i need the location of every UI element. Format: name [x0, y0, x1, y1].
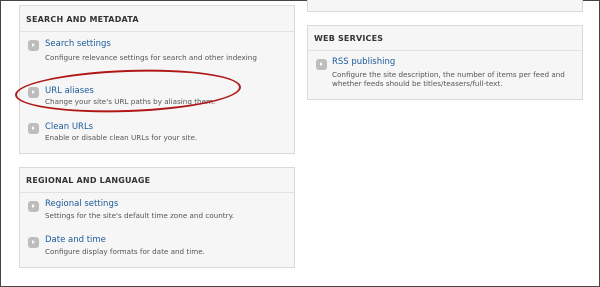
item-description: Enable or disable clean URLs for your si…: [45, 133, 198, 142]
top-right-panel-partial: [307, 0, 583, 12]
item-description: Configure the site description, the numb…: [332, 70, 565, 88]
panel-title: WEB SERVICES: [314, 34, 384, 43]
clean-urls-link[interactable]: Clean URLs: [45, 122, 93, 132]
list-item-rss-publishing: RSS publishing Configure the site descri…: [308, 56, 584, 96]
web-services-panel: WEB SERVICES RSS publishing Configure th…: [307, 25, 583, 100]
list-item-regional-settings: Regional settings Settings for the site'…: [20, 198, 296, 222]
arrow-right-icon: [316, 59, 327, 70]
rss-publishing-link[interactable]: RSS publishing: [332, 57, 395, 67]
arrow-right-icon: [28, 237, 39, 248]
arrow-right-icon: [28, 40, 39, 51]
panel-title: REGIONAL AND LANGUAGE: [26, 176, 151, 185]
arrow-right-icon: [28, 201, 39, 212]
admin-config-screen: SEARCH AND METADATA Search settings Conf…: [0, 0, 600, 287]
item-description: Settings for the site's default time zon…: [45, 211, 235, 220]
panel-divider: [20, 31, 294, 32]
item-description: Configure display formats for date and t…: [45, 247, 205, 256]
regional-settings-link[interactable]: Regional settings: [45, 199, 118, 209]
list-item-date-and-time: Date and time Configure display formats …: [20, 234, 296, 258]
date-and-time-link[interactable]: Date and time: [45, 235, 106, 245]
item-description: Configure relevance settings for search …: [45, 53, 257, 62]
panel-divider: [308, 50, 582, 51]
list-item-search-settings: Search settings Configure relevance sett…: [20, 36, 296, 68]
search-settings-link[interactable]: Search settings: [45, 39, 111, 49]
panel-title: SEARCH AND METADATA: [26, 15, 139, 24]
list-item-clean-urls: Clean URLs Enable or disable clean URLs …: [20, 120, 296, 144]
regional-language-panel: REGIONAL AND LANGUAGE Regional settings …: [19, 167, 295, 268]
arrow-right-icon: [28, 123, 39, 134]
panel-divider: [20, 192, 294, 193]
